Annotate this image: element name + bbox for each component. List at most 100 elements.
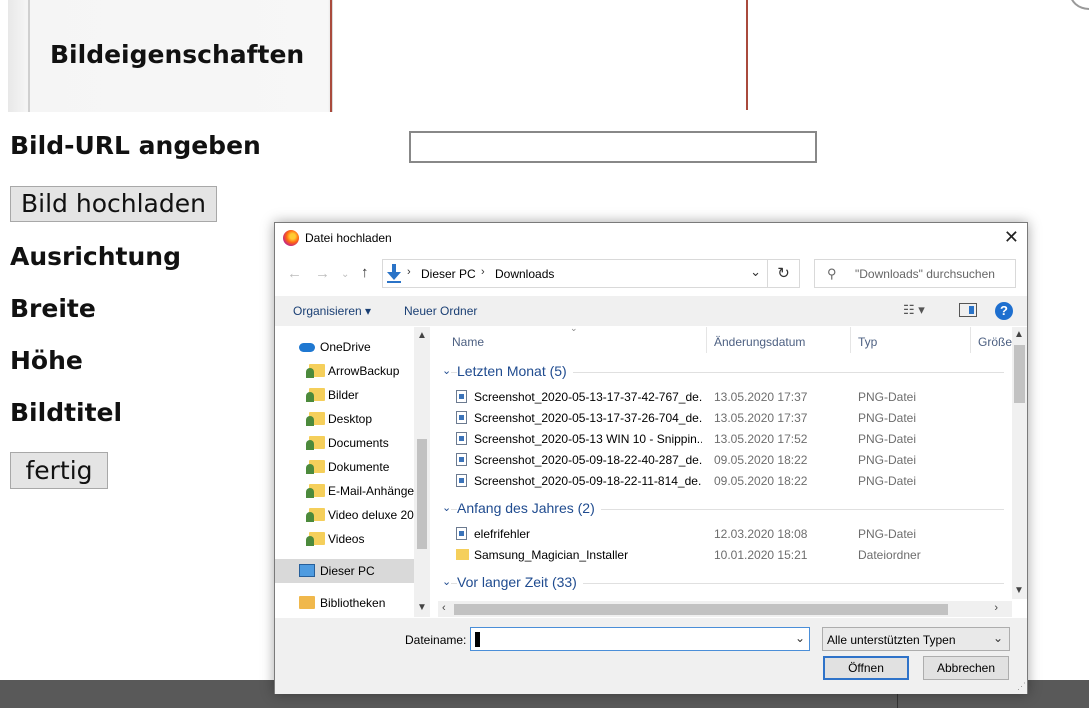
file-date: 10.01.2020 15:21: [714, 548, 808, 562]
dialog-title-bar[interactable]: Datei hochladen ✕: [275, 223, 1027, 253]
scroll-up-icon[interactable]: ▲: [417, 330, 427, 341]
scroll-left-icon[interactable]: ‹: [442, 602, 446, 614]
image-file-icon: [456, 474, 467, 487]
file-row[interactable]: Screenshot_2020-05-13 WIN 10 - Snippin..…: [438, 428, 1012, 449]
upload-image-button[interactable]: Bild hochladen: [10, 186, 217, 222]
chevron-down-icon: ⌄: [442, 501, 452, 514]
header-card-left-edge: [28, 0, 30, 112]
new-folder-button[interactable]: Neuer Ordner: [404, 304, 477, 318]
chevron-down-icon: ⌄: [442, 575, 452, 588]
scroll-down-icon[interactable]: ▼: [1014, 585, 1024, 596]
file-row[interactable]: Screenshot_2020-05-13-17-37-42-767_de...…: [438, 386, 1012, 407]
scroll-down-icon[interactable]: ▼: [417, 602, 427, 613]
nav-item-this-pc[interactable]: Dieser PC: [275, 559, 414, 583]
column-header-size[interactable]: Größe: [978, 335, 1012, 349]
nav-item-desktop[interactable]: Desktop: [275, 407, 414, 431]
group-label: Anfang des Jahres (2): [457, 500, 601, 516]
group-last-month[interactable]: ⌄ Letzten Monat (5): [442, 361, 1004, 383]
file-list-horizontal-scrollbar[interactable]: ‹ ›: [438, 601, 1012, 617]
image-url-input[interactable]: [409, 131, 817, 163]
chevron-down-icon[interactable]: ⌄: [795, 631, 805, 645]
file-row[interactable]: Screenshot_2020-05-09-18-22-11-814_de...…: [438, 470, 1012, 491]
nav-item-libraries[interactable]: Bibliotheken: [275, 591, 414, 615]
preview-pane-icon[interactable]: [959, 303, 977, 317]
file-type-select[interactable]: Alle unterstützten Typen ⌄: [822, 627, 1010, 651]
scroll-up-icon[interactable]: ▲: [1014, 329, 1024, 340]
nav-item-label: E-Mail-Anhänge: [328, 484, 414, 498]
open-button[interactable]: Öffnen: [823, 656, 909, 680]
group-beginning-of-year[interactable]: ⌄ Anfang des Jahres (2): [442, 498, 1004, 520]
group-long-ago[interactable]: ⌄ Vor langer Zeit (33): [442, 572, 1004, 594]
file-name: Screenshot_2020-05-09-18-22-40-287_de...…: [474, 453, 702, 467]
nav-item-onedrive[interactable]: OneDrive: [275, 335, 414, 359]
file-name: Screenshot_2020-05-13-17-37-42-767_de...…: [474, 390, 702, 404]
column-header-date[interactable]: Änderungsdatum: [714, 335, 805, 349]
scrollbar-thumb[interactable]: [454, 604, 948, 615]
column-header-type[interactable]: Typ: [858, 335, 877, 349]
image-file-icon: [456, 453, 467, 466]
address-bar[interactable]: › Dieser PC › Downloads ⌄: [382, 259, 768, 288]
nav-item-label: Dieser PC: [320, 564, 375, 578]
file-type: PNG-Datei: [858, 527, 917, 541]
address-dropdown-chevron-icon[interactable]: ⌄: [750, 264, 761, 280]
file-date: 09.05.2020 18:22: [714, 474, 808, 488]
file-type: PNG-Datei: [858, 432, 917, 446]
file-type: Dateiordner: [858, 548, 921, 562]
file-row[interactable]: elefrifehler 12.03.2020 18:08 PNG-Datei: [438, 523, 1012, 544]
view-options-icon[interactable]: ☷ ▾: [903, 302, 925, 318]
user-folder-icon: [306, 436, 325, 450]
nav-item-documents[interactable]: Documents: [275, 431, 414, 455]
page-title: Bildeigenschaften: [50, 40, 305, 69]
organize-menu[interactable]: Organisieren ▾: [293, 304, 371, 318]
search-icon: ⚲: [827, 266, 837, 281]
user-folder-icon: [306, 532, 325, 546]
filename-input[interactable]: ⌄: [470, 627, 810, 651]
nav-item-label: Dokumente: [328, 460, 390, 474]
folder-row[interactable]: Samsung_Magician_Installer 10.01.2020 15…: [438, 544, 1012, 565]
vertical-divider: [746, 0, 748, 110]
image-file-icon: [456, 432, 467, 445]
nav-item-bilder[interactable]: Bilder: [275, 383, 414, 407]
done-button[interactable]: fertig: [10, 452, 108, 489]
forward-arrow-icon[interactable]: →: [315, 265, 330, 282]
file-name: Screenshot_2020-05-09-18-22-11-814_de...…: [474, 474, 702, 488]
image-file-icon: [456, 527, 467, 540]
refresh-icon[interactable]: ↻: [768, 259, 800, 288]
breadcrumb-this-pc[interactable]: Dieser PC: [421, 267, 476, 281]
header-card: Bildeigenschaften: [8, 0, 333, 112]
nav-item-video-deluxe[interactable]: Video deluxe 201: [275, 503, 414, 527]
header-card-right-edge: [330, 0, 332, 112]
file-date: 09.05.2020 18:22: [714, 453, 808, 467]
cancel-button[interactable]: Abbrechen: [923, 656, 1009, 680]
file-row[interactable]: Screenshot_2020-05-13-17-37-26-704_de...…: [438, 407, 1012, 428]
nav-item-label: OneDrive: [320, 340, 371, 354]
nav-item-email-attachments[interactable]: E-Mail-Anhänge: [275, 479, 414, 503]
file-row[interactable]: Screenshot_2020-05-09-18-22-40-287_de...…: [438, 449, 1012, 470]
firefox-icon: [283, 230, 299, 246]
back-arrow-icon[interactable]: ←: [287, 265, 302, 282]
nav-item-dokumente[interactable]: Dokumente: [275, 455, 414, 479]
nav-pane-scrollbar[interactable]: ▲ ▼: [414, 327, 430, 617]
file-list-vertical-scrollbar[interactable]: ▲ ▼: [1012, 327, 1027, 599]
file-name: Samsung_Magician_Installer: [474, 548, 629, 562]
filename-label: Dateiname:: [405, 633, 467, 647]
search-input[interactable]: ⚲ "Downloads" durchsuchen: [814, 259, 1016, 288]
resize-grip-icon[interactable]: ⋰: [1017, 681, 1026, 692]
folder-icon: [456, 549, 469, 560]
scrollbar-thumb[interactable]: [1014, 345, 1025, 403]
up-arrow-icon[interactable]: ↑: [361, 264, 369, 281]
nav-item-arrowbackup[interactable]: ArrowBackup: [275, 359, 414, 383]
breadcrumb-downloads[interactable]: Downloads: [495, 267, 554, 281]
user-folder-icon: [306, 388, 325, 402]
file-date: 12.03.2020 18:08: [714, 527, 808, 541]
recent-locations-chevron-icon[interactable]: ⌄: [341, 269, 349, 280]
scroll-right-icon[interactable]: ›: [994, 602, 998, 614]
nav-item-label: Videos: [328, 532, 365, 546]
close-icon[interactable]: ✕: [1004, 227, 1019, 248]
help-icon[interactable]: ?: [995, 302, 1013, 320]
nav-item-videos[interactable]: Videos: [275, 527, 414, 551]
column-header-name[interactable]: Name: [452, 335, 484, 349]
user-folder-icon: [306, 508, 325, 522]
user-folder-icon: [306, 460, 325, 474]
scrollbar-thumb[interactable]: [417, 439, 427, 549]
